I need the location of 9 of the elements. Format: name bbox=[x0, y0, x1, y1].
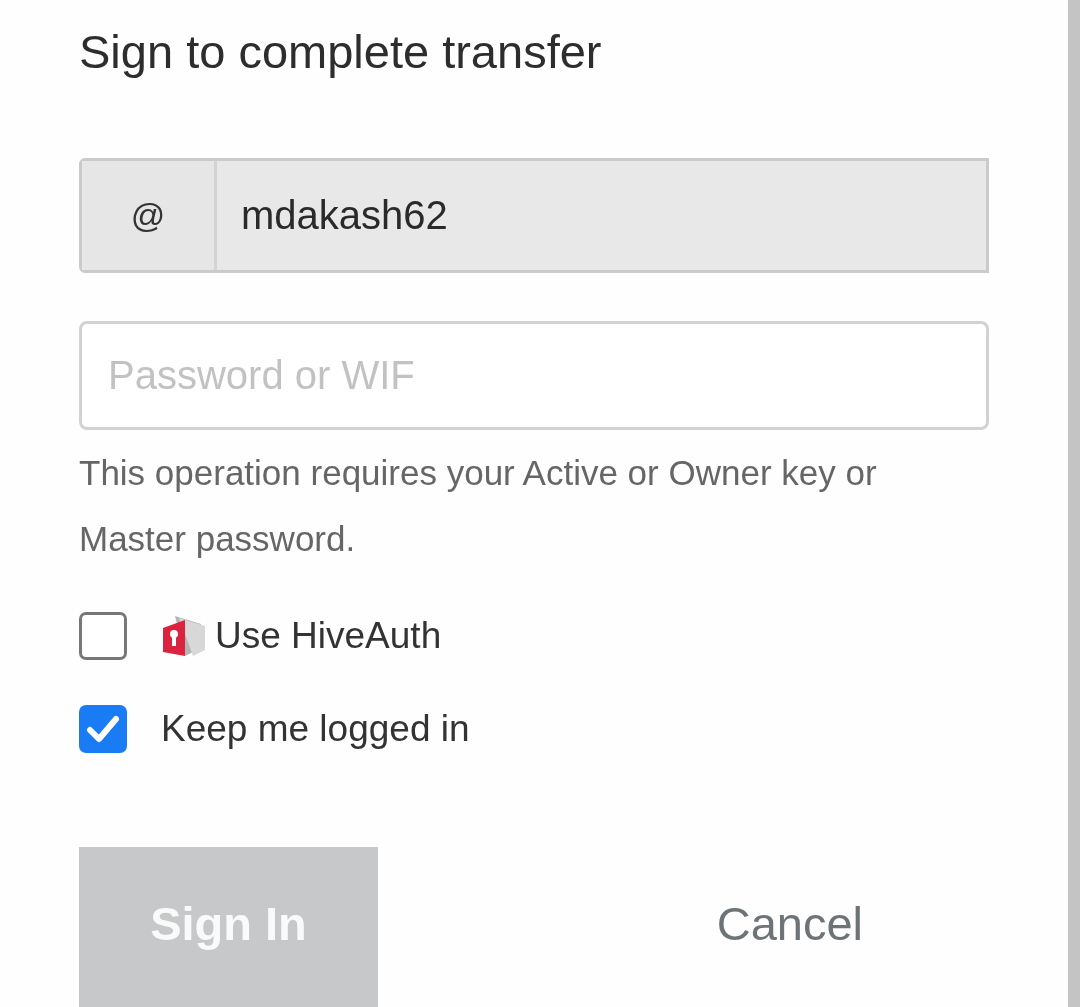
checkbox[interactable] bbox=[79, 611, 127, 660]
option-label: Use HiveAuth bbox=[215, 614, 442, 657]
at-prefix: @ bbox=[82, 161, 217, 270]
help-text: This operation requires your Active or Owner key or Master password. bbox=[79, 451, 878, 560]
checkbox[interactable] bbox=[79, 704, 127, 753]
dialog-title: Sign to complete transfer bbox=[79, 24, 603, 80]
option-label: Keep me logged in bbox=[161, 707, 470, 750]
cancel-button[interactable]: Cancel bbox=[710, 895, 869, 952]
password-field[interactable]: Password or WIF bbox=[79, 320, 989, 430]
